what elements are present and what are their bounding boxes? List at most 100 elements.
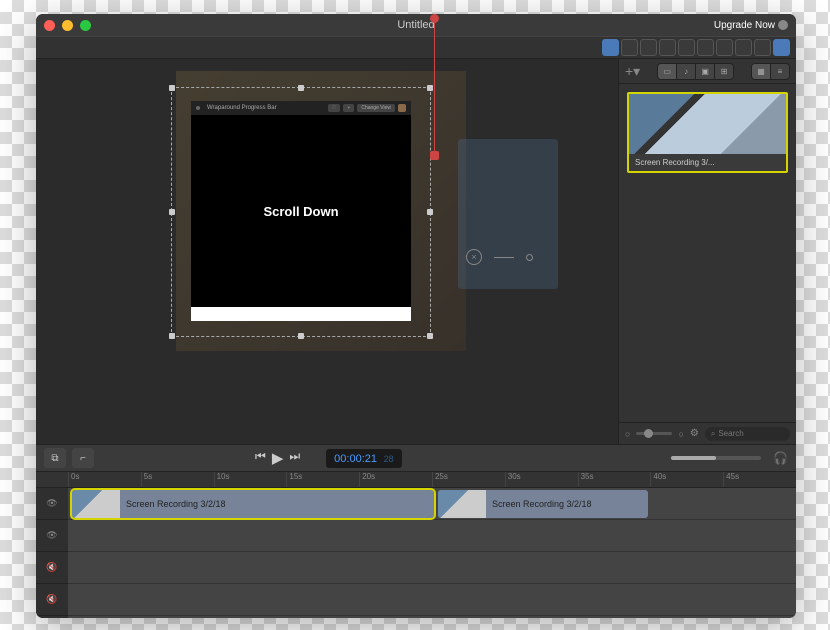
timecode-frames: 28 xyxy=(384,454,394,464)
change-view-button: Change View xyxy=(357,104,395,112)
timer-tool-icon[interactable] xyxy=(640,39,657,56)
track-headers: 👁 👁 🔇 🔇 xyxy=(36,488,68,618)
track-row[interactable] xyxy=(68,584,796,616)
resize-handle-b[interactable] xyxy=(298,333,304,339)
track-row[interactable]: Screen Recording 3/2/18 Screen Recording… xyxy=(68,488,796,520)
thumb-size-slider[interactable] xyxy=(636,432,672,435)
resize-handle-tr[interactable] xyxy=(427,85,433,91)
sidebar-view-group: ▦ ≡ xyxy=(751,63,790,80)
canvas[interactable]: Wraparound Progress Bar ♡ ⑂ Change View … xyxy=(36,59,618,444)
add-media-button[interactable]: +▾ xyxy=(625,63,640,80)
tab-photos[interactable]: ▣ xyxy=(696,64,714,79)
preview-text: Scroll Down xyxy=(263,204,338,219)
tick: 15s xyxy=(286,472,359,487)
cursor-tool-icon[interactable] xyxy=(678,39,695,56)
playback-controls: ⏮ ▶ ⏭ xyxy=(255,449,300,467)
track-mute-icon[interactable]: 🔇 xyxy=(36,584,68,616)
track-area[interactable]: Screen Recording 3/2/18 Screen Recording… xyxy=(68,488,796,618)
link-tool-icon[interactable] xyxy=(773,39,790,56)
grid-view-icon[interactable]: ▦ xyxy=(752,64,770,79)
playhead[interactable] xyxy=(434,14,435,160)
avatar xyxy=(398,104,406,112)
tab-text[interactable]: ⊞ xyxy=(715,64,733,79)
headphones-icon[interactable]: 🎧 xyxy=(773,451,788,465)
media-label: Screen Recording 3/... xyxy=(629,154,786,171)
tab-audio[interactable]: ♪ xyxy=(677,64,695,79)
zoom-in-icon[interactable]: ○ xyxy=(678,429,683,439)
preview-dot-icon xyxy=(196,106,200,110)
track-row[interactable] xyxy=(68,552,796,584)
sidebar-filter-group: ▭ ♪ ▣ ⊞ xyxy=(657,63,734,80)
search-placeholder: Search xyxy=(718,429,743,438)
tick: 5s xyxy=(141,472,214,487)
prev-button[interactable]: ⏮ xyxy=(255,449,266,467)
resize-handle-br[interactable] xyxy=(427,333,433,339)
tick: 35s xyxy=(578,472,651,487)
resize-handle-tl[interactable] xyxy=(169,85,175,91)
node-connector xyxy=(494,257,514,258)
display-tool-icon[interactable] xyxy=(659,39,676,56)
split-button[interactable]: ⧉ xyxy=(44,448,66,468)
fork-icon: ⑂ xyxy=(343,104,354,112)
timecode[interactable]: 00:00:21 28 xyxy=(326,449,401,468)
clip-selected[interactable]: Screen Recording 3/2/18 xyxy=(72,490,434,518)
track-mute-icon[interactable]: 🔇 xyxy=(36,552,68,584)
tick: 25s xyxy=(432,472,505,487)
upgrade-button[interactable]: Upgrade Now xyxy=(714,20,788,31)
clip-label: Screen Recording 3/2/18 xyxy=(486,499,598,509)
end-node-icon xyxy=(526,254,533,261)
close-node-icon: × xyxy=(466,249,482,265)
minimize-icon[interactable] xyxy=(62,20,73,31)
clip[interactable]: Screen Recording 3/2/18 xyxy=(438,490,648,518)
annotate-tool-icon[interactable] xyxy=(621,39,638,56)
resize-handle-r[interactable] xyxy=(427,209,433,215)
search-icon: ⌕ xyxy=(711,429,715,439)
tick: 30s xyxy=(505,472,578,487)
crop-button[interactable]: ⌐ xyxy=(72,448,94,468)
tab-media[interactable]: ▭ xyxy=(658,64,676,79)
volume-slider[interactable] xyxy=(671,456,761,460)
zoom-out-icon[interactable]: ○ xyxy=(625,429,630,439)
highlight-tool-icon[interactable] xyxy=(716,39,733,56)
gear-icon[interactable]: ⚙ xyxy=(690,428,699,439)
record-tool-icon[interactable] xyxy=(602,39,619,56)
preview-body: Scroll Down xyxy=(191,115,411,307)
preview-header: Wraparound Progress Bar ♡ ⑂ Change View xyxy=(191,101,411,115)
tick: 0s xyxy=(68,472,141,487)
clip-label: Screen Recording 3/2/18 xyxy=(120,499,232,509)
pen-tool-icon[interactable] xyxy=(735,39,752,56)
sidebar-tabs: +▾ ▭ ♪ ▣ ⊞ ▦ ≡ xyxy=(619,59,796,84)
close-icon[interactable] xyxy=(44,20,55,31)
resize-handle-t[interactable] xyxy=(298,85,304,91)
resize-handle-bl[interactable] xyxy=(169,333,175,339)
track-row[interactable] xyxy=(68,520,796,552)
zoom-icon[interactable] xyxy=(80,20,91,31)
media-sidebar: +▾ ▭ ♪ ▣ ⊞ ▦ ≡ Screen Recording 3/... ○ xyxy=(618,59,796,444)
transport-bar: ⧉ ⌐ ⏮ ▶ ⏭ 00:00:21 28 🎧 xyxy=(36,444,796,472)
tick: 40s xyxy=(650,472,723,487)
traffic-lights xyxy=(44,20,91,31)
clip-thumbnail xyxy=(72,490,120,518)
share-tool-icon[interactable] xyxy=(754,39,771,56)
next-button[interactable]: ⏭ xyxy=(289,449,300,467)
tick: 20s xyxy=(359,472,432,487)
track-eye-icon[interactable]: 👁 xyxy=(36,488,68,520)
trim-tool-icon[interactable] xyxy=(697,39,714,56)
track-eye-icon[interactable]: 👁 xyxy=(36,520,68,552)
resize-handle-l[interactable] xyxy=(169,209,175,215)
tracks: 👁 👁 🔇 🔇 Screen Recording 3/2/18 Screen R… xyxy=(36,488,796,618)
window-title: Untitled xyxy=(397,19,434,31)
media-item[interactable]: Screen Recording 3/... xyxy=(627,92,788,173)
tick: 10s xyxy=(214,472,287,487)
search-input[interactable]: ⌕ Search xyxy=(705,427,790,441)
list-view-icon[interactable]: ≡ xyxy=(771,64,789,79)
heart-icon: ♡ xyxy=(328,104,340,112)
sidebar-footer: ○ ○ ⚙ ⌕ Search xyxy=(619,422,796,444)
media-thumbnail xyxy=(629,94,786,154)
preview-title: Wraparound Progress Bar xyxy=(207,105,277,111)
toolbar-tools xyxy=(596,37,796,58)
play-button[interactable]: ▶ xyxy=(272,449,284,467)
app-window: Untitled Upgrade Now xyxy=(36,14,796,618)
ruler[interactable]: 0s 5s 10s 15s 20s 25s 30s 35s 40s 45s xyxy=(36,472,796,488)
content-area: Wraparound Progress Bar ♡ ⑂ Change View … xyxy=(36,59,796,444)
